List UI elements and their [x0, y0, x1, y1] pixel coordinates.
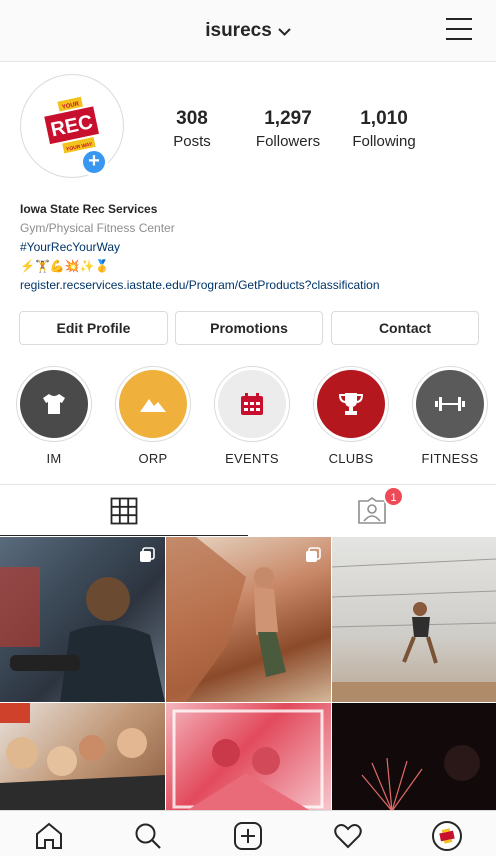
search-icon[interactable]: [133, 821, 163, 851]
grid-post[interactable]: [166, 537, 331, 702]
profile-emoji-line: ⚡️🏋💪💥✨🥇: [20, 259, 110, 273]
dumbbell-icon: [435, 397, 465, 411]
grid-icon: [110, 497, 138, 525]
account-switcher[interactable]: isurecs: [0, 20, 496, 42]
home-icon[interactable]: [34, 821, 64, 851]
contact-button[interactable]: Contact: [331, 311, 479, 345]
promotions-button[interactable]: Promotions: [175, 311, 323, 345]
trophy-icon: [338, 393, 364, 415]
grid-post[interactable]: [166, 703, 331, 811]
profile-avatar[interactable]: REC YOUR YOUR WAY: [20, 74, 124, 178]
rec-logo-small: [439, 828, 455, 844]
highlight-label: EVENTS: [225, 451, 279, 466]
highlight-fitness[interactable]: FITNESS: [412, 366, 488, 466]
profile-tabs: [0, 484, 496, 536]
grid-post[interactable]: [0, 537, 165, 702]
chevron-down-icon: [278, 20, 291, 42]
multiple-photos-icon: [306, 547, 321, 562]
highlight-events[interactable]: EVENTS: [214, 366, 290, 466]
tagged-person-icon: [358, 497, 386, 524]
profile-name: Iowa State Rec Services: [20, 202, 158, 216]
followers-label: Followers: [255, 133, 321, 150]
posts-count[interactable]: 308 Posts: [142, 108, 242, 150]
rec-logo: REC YOUR YOUR WAY: [44, 96, 99, 154]
tshirt-icon: [43, 394, 65, 414]
highlight-label: ORP: [138, 451, 168, 466]
menu-icon[interactable]: [446, 18, 472, 42]
tagged-notification-badge: 1: [383, 486, 404, 507]
tab-tagged[interactable]: [248, 485, 496, 537]
mountain-icon: [140, 399, 166, 412]
followers-number: 1,297: [264, 108, 312, 129]
multiple-photos-icon: [140, 547, 155, 562]
calendar-icon: [241, 393, 263, 415]
profile-bio: Iowa State Rec Services Gym/Physical Fit…: [20, 200, 480, 295]
following-number: 1,010: [360, 108, 408, 129]
username: isurecs: [205, 20, 272, 42]
edit-profile-button[interactable]: Edit Profile: [19, 311, 168, 345]
profile-tab-avatar[interactable]: [432, 821, 462, 851]
post-thumbnail: [172, 709, 324, 811]
grid-post[interactable]: [332, 537, 496, 702]
profile-hashtag[interactable]: #YourRecYourWay: [20, 238, 480, 257]
post-thumbnail: [0, 703, 165, 811]
highlight-orp[interactable]: ORP: [115, 366, 191, 466]
add-story-plus-icon[interactable]: +: [80, 148, 108, 176]
highlight-label: FITNESS: [421, 451, 479, 466]
grid-post[interactable]: [0, 703, 165, 811]
photo-grid: [0, 537, 496, 811]
highlight-label: IM: [46, 451, 62, 466]
post-thumbnail: [332, 558, 496, 702]
posts-number: 308: [176, 108, 208, 129]
posts-label: Posts: [173, 133, 211, 150]
highlight-im[interactable]: IM: [16, 366, 92, 466]
followers-count[interactable]: 1,297 Followers: [238, 108, 338, 150]
following-label: Following: [352, 133, 416, 150]
profile-website-link[interactable]: register.recservices.iastate.edu/Program…: [20, 276, 480, 295]
post-thumbnail: [361, 745, 480, 811]
bottom-navigation: [0, 810, 496, 856]
following-count[interactable]: 1,010 Following: [334, 108, 434, 150]
grid-post[interactable]: [332, 703, 496, 811]
new-post-icon[interactable]: [233, 821, 263, 851]
profile-category: Gym/Physical Fitness Center: [20, 221, 175, 235]
active-tab-indicator: [0, 535, 248, 536]
tab-grid[interactable]: [0, 485, 248, 537]
top-bar: isurecs: [0, 0, 496, 62]
highlight-clubs[interactable]: CLUBS: [313, 366, 389, 466]
activity-heart-icon[interactable]: [333, 821, 363, 851]
highlight-label: CLUBS: [328, 451, 374, 466]
